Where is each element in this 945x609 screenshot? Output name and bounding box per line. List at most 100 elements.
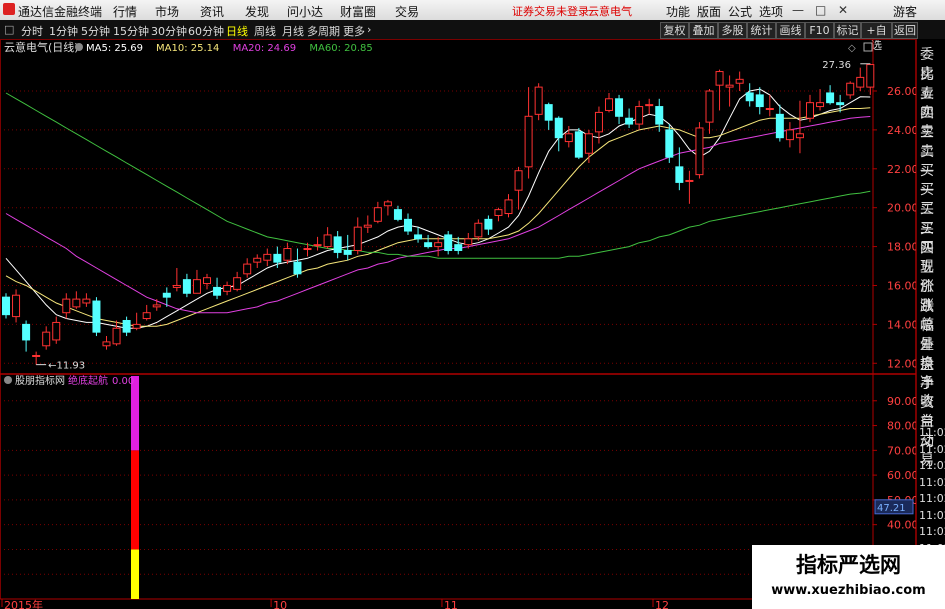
panel-menu-icon[interactable]: [75, 43, 83, 51]
candle-body: [514, 170, 523, 191]
candle-body: [574, 131, 583, 158]
close-icon[interactable]: ✕: [838, 3, 848, 17]
candlestick: [625, 108, 634, 128]
statistics-button[interactable]: 统计: [747, 22, 776, 39]
menu-item-layout[interactable]: 版面: [697, 3, 721, 20]
f10-button[interactable]: F10: [805, 22, 834, 39]
main-ytick-label: 24.00: [887, 124, 916, 137]
candle-body: [695, 127, 704, 176]
candlestick: [584, 129, 593, 163]
candlestick: [92, 297, 101, 337]
candle-body: [92, 300, 101, 333]
candlestick: [554, 116, 563, 152]
main-panel-title: 云意电气(日线): [4, 40, 79, 54]
candlestick: [62, 293, 71, 319]
main-ytick-label: 22.00: [887, 163, 916, 176]
period-tab-60min[interactable]: 60分钟: [188, 23, 224, 39]
candle-body: [826, 92, 835, 104]
menu-item-discover[interactable]: 发现: [245, 3, 269, 20]
candle-body: [62, 298, 71, 314]
minimize-icon[interactable]: —: [792, 3, 804, 17]
candlestick: [293, 248, 302, 278]
indicator-menu-icon[interactable]: [4, 376, 12, 384]
candle-body: [454, 244, 463, 251]
trade-time: 11:02: [919, 426, 945, 439]
candlestick: [22, 320, 31, 352]
low-price-label: ←11.93: [48, 361, 85, 372]
period-tab-15min[interactable]: 15分钟: [113, 23, 149, 39]
candle-body: [22, 323, 31, 341]
trade-time: 11:02: [919, 475, 945, 489]
trade-login-notice[interactable]: 证券交易未登录: [512, 3, 589, 19]
candle-body: [464, 238, 473, 246]
expand-icon[interactable]: [863, 42, 873, 52]
period-tab-30min[interactable]: 30分钟: [151, 23, 187, 39]
indicator-value: 0.00: [112, 376, 134, 387]
candlestick: [745, 83, 754, 107]
main-ytick-label: 16.00: [887, 279, 916, 292]
candle-body: [142, 312, 151, 320]
menu-item-functions[interactable]: 功能: [666, 3, 690, 20]
menu-item-wealth[interactable]: 财富圈: [340, 3, 376, 20]
period-tab-5min[interactable]: 5分钟: [81, 23, 110, 39]
candle-body: [806, 102, 814, 119]
candlestick: [142, 304, 151, 321]
candlestick: [574, 127, 583, 160]
period-tab-weekly[interactable]: 周线: [254, 23, 276, 39]
candle-body: [434, 242, 443, 248]
candlestick: [615, 94, 624, 125]
ma-label-ma20: MA20: 24.69: [233, 43, 296, 54]
chevron-right-icon[interactable]: ›: [367, 23, 371, 36]
period-tab-1min[interactable]: 1分钟: [49, 23, 78, 39]
candlestick: [434, 236, 443, 257]
candlestick: [52, 316, 61, 344]
menu-item-formula[interactable]: 公式: [728, 3, 752, 20]
candlestick: [534, 83, 543, 121]
maximize-icon[interactable]: □: [815, 3, 826, 17]
candle-body: [846, 82, 855, 96]
period-tab-intraday[interactable]: 分时: [21, 23, 43, 39]
back-button[interactable]: 返回: [892, 22, 918, 39]
menu-item-ask[interactable]: 问小达: [287, 3, 323, 20]
menu-item-trade[interactable]: 交易: [395, 3, 419, 20]
period-tab-monthly[interactable]: 月线: [282, 23, 304, 39]
main-ytick-label: 26.00: [887, 85, 916, 98]
candlestick: [735, 71, 744, 92]
period-tab-daily[interactable]: 日线: [226, 23, 248, 39]
candlestick: [424, 234, 433, 249]
user-label[interactable]: 游客: [893, 3, 917, 20]
menu-item-quotes[interactable]: 行情: [113, 3, 137, 20]
overlay-button[interactable]: 叠加: [689, 22, 718, 39]
period-tab-more[interactable]: 更多: [343, 23, 365, 39]
candle-body: [192, 279, 201, 294]
menu-item-options[interactable]: 选项: [759, 3, 783, 20]
adjust-button[interactable]: 复权: [660, 22, 689, 39]
add-watchlist-button[interactable]: +自选: [861, 22, 892, 52]
candlestick: [795, 100, 804, 154]
mark-button[interactable]: 标记: [834, 22, 861, 39]
app-logo-icon: [3, 3, 15, 15]
trade-time: 11:02: [919, 442, 945, 456]
candle-body: [363, 224, 372, 228]
candlestick: [32, 351, 41, 365]
chart-area: 12.00 14.00 16.00 18.00 20.00 22.00 24.00 26.00…: [0, 39, 916, 609]
menu-item-market[interactable]: 市场: [155, 3, 179, 20]
candlestick: [484, 215, 493, 235]
candlestick: [383, 199, 392, 216]
toolbar-toggle-icon[interactable]: □: [4, 23, 14, 36]
multi-stock-button[interactable]: 多股: [718, 22, 747, 39]
candle-body: [313, 244, 322, 247]
candlestick: [856, 67, 865, 92]
candle-body: [655, 106, 664, 125]
candlestick: [82, 293, 91, 307]
candle-body: [584, 133, 593, 154]
menu-item-news[interactable]: 资讯: [200, 3, 224, 20]
period-tab-multi[interactable]: 多周期: [307, 23, 340, 39]
candlestick: [243, 258, 252, 278]
candlestick: [373, 201, 382, 224]
candle-body: [373, 207, 382, 222]
indicator-ytick-label: 70.00: [887, 444, 916, 457]
candle-body: [383, 201, 392, 207]
draw-line-button[interactable]: 画线: [776, 22, 805, 39]
diamond-icon[interactable]: ◇: [848, 43, 856, 54]
